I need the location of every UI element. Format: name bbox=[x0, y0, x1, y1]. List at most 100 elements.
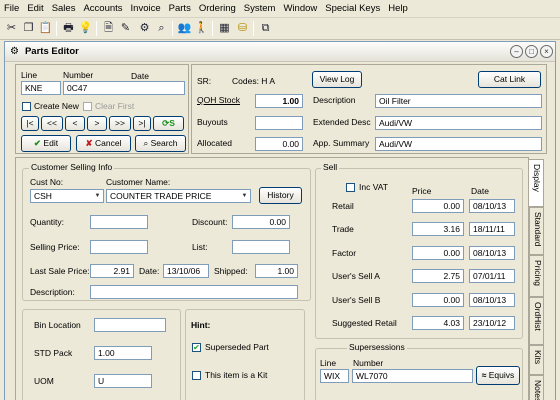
superseded-part-checkbox[interactable]: ✔ bbox=[192, 343, 201, 352]
window-icon: ⚙ bbox=[10, 46, 19, 57]
nav-first-button[interactable]: |< bbox=[21, 116, 39, 131]
grid-icon[interactable]: ▦ bbox=[216, 20, 233, 37]
supersession-number-input[interactable]: WL7070 bbox=[352, 369, 473, 383]
pages-icon[interactable]: ⧉ bbox=[257, 20, 274, 37]
sell-label-trade: Trade bbox=[332, 224, 354, 234]
cat-link-button[interactable]: Cat Link bbox=[478, 71, 541, 88]
history-button[interactable]: History bbox=[259, 187, 302, 204]
tab-display[interactable]: Display bbox=[529, 159, 544, 207]
sell-date-trade[interactable]: 18/11/11 bbox=[469, 222, 515, 236]
customer-selling-title: Customer Selling Info bbox=[29, 162, 115, 172]
binoculars-icon[interactable]: ⌕ bbox=[153, 20, 170, 37]
selling-price-input[interactable] bbox=[90, 240, 148, 254]
refresh-button[interactable]: ⟳S bbox=[153, 116, 184, 131]
cross-icon: ✘ bbox=[85, 138, 93, 148]
sell-label-suggested-retail: Suggested Retail bbox=[332, 318, 397, 328]
checkmark-icon: ✔ bbox=[33, 138, 42, 148]
menu-special-keys[interactable]: Special Keys bbox=[325, 3, 380, 14]
nav-last-button[interactable]: >| bbox=[133, 116, 151, 131]
nav-prev-page-button[interactable]: << bbox=[41, 116, 63, 131]
menu-bar: File Edit Sales Accounts Invoice Parts O… bbox=[0, 0, 560, 18]
menu-invoice[interactable]: Invoice bbox=[131, 3, 161, 14]
paste-icon[interactable]: 📋 bbox=[37, 20, 54, 37]
lightbulb-icon[interactable]: 💡 bbox=[77, 20, 94, 37]
sell-price-user-b[interactable]: 0.00 bbox=[412, 293, 464, 307]
list-input[interactable] bbox=[232, 240, 290, 254]
copy-icon[interactable]: ❐ bbox=[20, 20, 37, 37]
cust-no-combo[interactable]: CSH ▼ bbox=[30, 189, 104, 203]
menu-accounts[interactable]: Accounts bbox=[83, 3, 122, 14]
number-input[interactable]: 0C47 bbox=[63, 81, 185, 95]
inc-vat-checkbox[interactable] bbox=[346, 183, 355, 192]
people-icon[interactable]: 👥 bbox=[176, 20, 193, 37]
sell-date-factor[interactable]: 08/10/13 bbox=[469, 246, 515, 260]
tab-notes[interactable]: Notes bbox=[529, 375, 544, 400]
tab-ordhist[interactable]: OrdHist bbox=[529, 297, 544, 345]
qoh-stock-link[interactable]: QOH Stock bbox=[197, 95, 240, 105]
create-new-checkbox[interactable] bbox=[22, 102, 31, 111]
clear-first-checkbox[interactable] bbox=[83, 102, 92, 111]
equivs-button[interactable]: ≈ Equivs bbox=[476, 366, 520, 385]
chevron-down-icon[interactable]: ▼ bbox=[239, 190, 250, 202]
menu-parts[interactable]: Parts bbox=[169, 3, 191, 14]
parts-icon[interactable]: ⚙ bbox=[136, 20, 153, 37]
cancel-button[interactable]: ✘ Cancel bbox=[76, 135, 131, 152]
discount-label: Discount: bbox=[192, 217, 228, 227]
quantity-input[interactable] bbox=[90, 215, 148, 229]
sell-price-suggested-retail[interactable]: 4.03 bbox=[412, 316, 464, 330]
app-summary-input[interactable]: Audi/VW bbox=[375, 137, 542, 151]
tab-kits[interactable]: Kits bbox=[529, 345, 544, 375]
cut-icon[interactable]: ✂ bbox=[3, 20, 20, 37]
coins-icon[interactable]: ⛁ bbox=[234, 20, 251, 37]
sale-date-input[interactable]: 13/10/06 bbox=[163, 264, 209, 278]
minimize-icon[interactable]: – bbox=[510, 45, 523, 58]
shipped-input[interactable]: 1.00 bbox=[255, 264, 298, 278]
description-input[interactable]: Oil Filter bbox=[375, 94, 542, 108]
menu-system[interactable]: System bbox=[244, 3, 276, 14]
sell-price-user-a[interactable]: 2.75 bbox=[412, 269, 464, 283]
restore-icon[interactable]: □ bbox=[525, 45, 538, 58]
menu-window[interactable]: Window bbox=[283, 3, 317, 14]
kit-checkbox[interactable] bbox=[192, 371, 201, 380]
nav-next-button[interactable]: > bbox=[87, 116, 107, 131]
sell-date-retail[interactable]: 08/10/13 bbox=[469, 199, 515, 213]
sell-date-user-a[interactable]: 07/01/11 bbox=[469, 269, 515, 283]
menu-ordering[interactable]: Ordering bbox=[199, 3, 236, 14]
sell-price-trade[interactable]: 3.16 bbox=[412, 222, 464, 236]
menu-file[interactable]: File bbox=[4, 3, 19, 14]
bin-location-input[interactable] bbox=[94, 318, 166, 332]
std-pack-label: STD Pack bbox=[34, 348, 73, 358]
print-icon[interactable]: 🖶 bbox=[60, 20, 77, 37]
uom-input[interactable]: U bbox=[94, 374, 152, 388]
discount-input[interactable]: 0.00 bbox=[232, 215, 290, 229]
walk-icon[interactable]: 🚶 bbox=[193, 20, 210, 37]
sell-price-retail[interactable]: 0.00 bbox=[412, 199, 464, 213]
chevron-down-icon[interactable]: ▼ bbox=[92, 190, 103, 202]
close-icon[interactable]: × bbox=[540, 45, 553, 58]
clear-first-label: Clear First bbox=[95, 101, 135, 111]
tab-pricing[interactable]: Pricing bbox=[529, 255, 544, 297]
std-pack-input[interactable]: 1.00 bbox=[94, 346, 152, 360]
buyouts-label: Buyouts bbox=[197, 117, 228, 127]
sell-date-user-b[interactable]: 08/10/13 bbox=[469, 293, 515, 307]
customer-description-input[interactable] bbox=[90, 285, 298, 299]
sell-date-suggested-retail[interactable]: 23/10/12 bbox=[469, 316, 515, 330]
menu-sales[interactable]: Sales bbox=[52, 3, 76, 14]
cust-name-combo[interactable]: COUNTER TRADE PRICE ▼ bbox=[106, 189, 251, 203]
view-log-button[interactable]: View Log bbox=[312, 71, 362, 88]
menu-edit[interactable]: Edit bbox=[27, 3, 43, 14]
tab-standard[interactable]: Standard bbox=[529, 207, 544, 255]
line-input[interactable]: KNE bbox=[21, 81, 61, 95]
extended-desc-input[interactable]: Audi/VW bbox=[375, 116, 542, 130]
edit-button[interactable]: ✔ Edit bbox=[21, 135, 71, 152]
search-button[interactable]: ⌕ Search bbox=[135, 135, 186, 152]
date-label: Date bbox=[131, 71, 149, 81]
menu-help[interactable]: Help bbox=[388, 3, 408, 14]
document-icon[interactable]: 🗎 bbox=[100, 20, 117, 37]
nav-next-page-button[interactable]: >> bbox=[109, 116, 131, 131]
nav-prev-button[interactable]: < bbox=[65, 116, 85, 131]
edit-document-icon[interactable]: ✎ bbox=[117, 20, 134, 37]
last-sale-price-input[interactable]: 2.91 bbox=[90, 264, 134, 278]
sell-price-factor[interactable]: 0.00 bbox=[412, 246, 464, 260]
supersession-line-input[interactable]: WIX bbox=[320, 369, 349, 383]
